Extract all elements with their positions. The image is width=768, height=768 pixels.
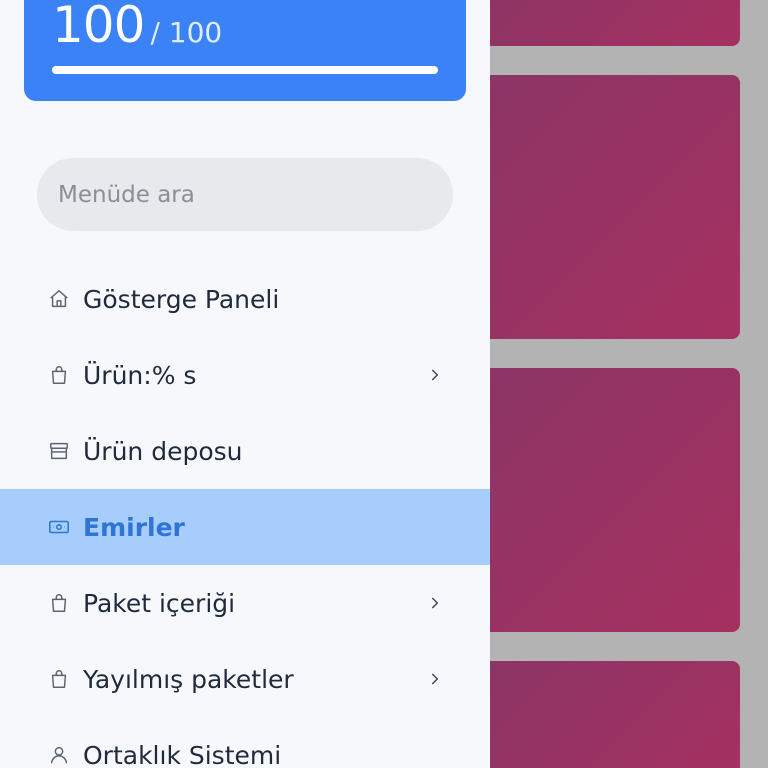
money-icon (47, 515, 71, 539)
shopping-bag-icon (47, 591, 71, 615)
side-drawer: 100/ 100 Menüde ara Gösterge Paneli Ürün… (0, 0, 490, 768)
chevron-right-icon (426, 670, 444, 688)
sidebar-item-label: Ortaklık Sistemi (83, 740, 282, 768)
sidebar-item-orders[interactable]: Emirler (0, 489, 490, 565)
sidebar-item-package-content[interactable]: Paket içeriği (0, 565, 490, 641)
score-card: 100/ 100 (24, 0, 466, 101)
score-progress-fill (52, 66, 438, 74)
sidebar-item-dashboard[interactable]: Gösterge Paneli (0, 261, 490, 337)
sidebar-item-product-warehouse[interactable]: Ürün deposu (0, 413, 490, 489)
score-value: 100 (52, 0, 145, 54)
score-progress-bar (52, 66, 438, 74)
shopping-bag-icon (47, 363, 71, 387)
store-icon (47, 439, 71, 463)
sidebar-item-products[interactable]: Ürün:% s (0, 337, 490, 413)
score-display: 100/ 100 (52, 0, 222, 50)
sidebar-item-spread-packages[interactable]: Yayılmış paketler (0, 641, 490, 717)
sidebar-item-label: Ürün deposu (83, 436, 243, 466)
sidebar-menu: Gösterge Paneli Ürün:% s Ürün deposu Emi… (0, 261, 490, 768)
user-icon (47, 743, 71, 767)
content-card[interactable] (472, 368, 740, 632)
home-icon (47, 287, 71, 311)
sidebar-item-label: Gösterge Paneli (83, 284, 280, 314)
content-card[interactable] (472, 75, 740, 339)
sidebar-item-label: Yayılmış paketler (83, 664, 294, 694)
sidebar-item-label: Ürün:% s (83, 360, 197, 390)
content-card[interactable] (472, 0, 740, 46)
shopping-bag-icon (47, 667, 71, 691)
sidebar-item-affiliate-system[interactable]: Ortaklık Sistemi (0, 717, 490, 768)
search-placeholder: Menüde ara (58, 181, 195, 208)
content-card[interactable] (472, 661, 740, 768)
menu-search-input[interactable]: Menüde ara (37, 158, 453, 231)
chevron-right-icon (426, 366, 444, 384)
sidebar-item-label: Emirler (83, 512, 185, 542)
sidebar-item-label: Paket içeriği (83, 588, 236, 618)
score-max: / 100 (150, 16, 223, 49)
chevron-right-icon (426, 594, 444, 612)
